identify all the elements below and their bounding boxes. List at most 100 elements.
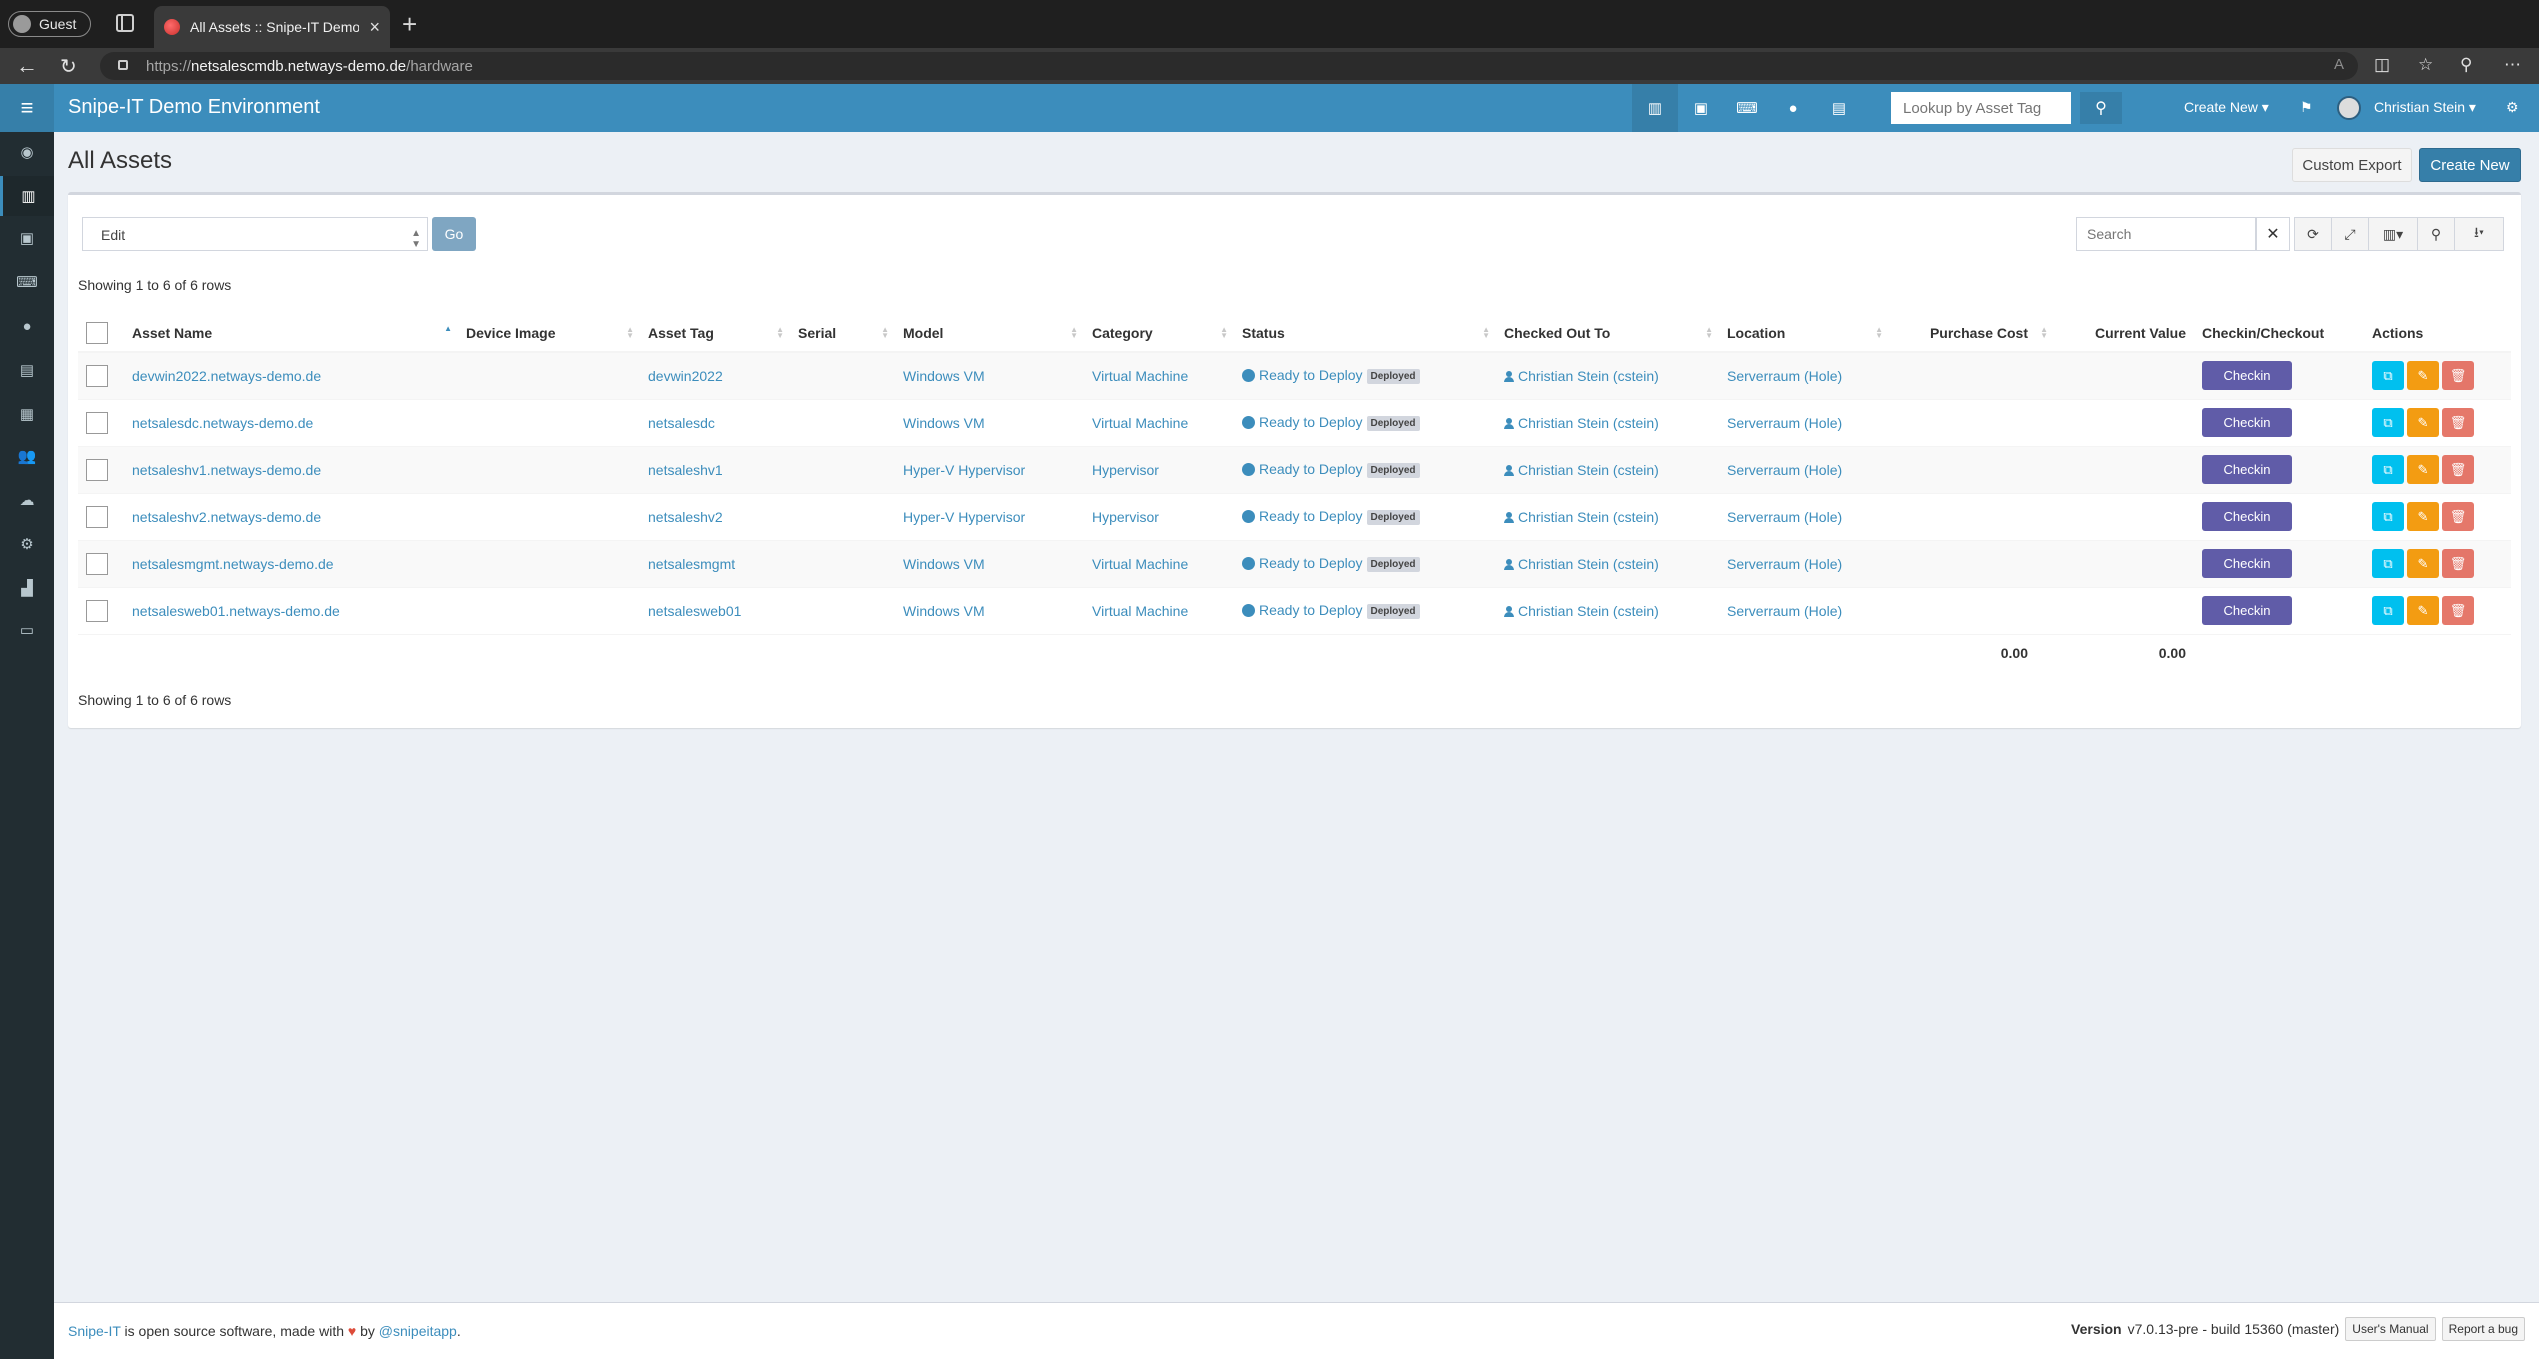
delete-trash-icon[interactable]: 🗑 xyxy=(2442,408,2474,437)
nav-consumables-icon[interactable]: ● xyxy=(1770,84,1816,132)
col-category[interactable]: Category ▲ ▼ xyxy=(1084,314,1234,353)
read-aloud-icon[interactable]: A xyxy=(2334,56,2344,73)
select-all-checkbox[interactable] xyxy=(86,321,108,344)
asset-name-link[interactable]: netsaleshv1.netways-demo.de xyxy=(132,462,321,478)
snipeit-link[interactable]: Snipe-IT xyxy=(68,1323,121,1339)
dashboard-icon[interactable]: ◉ xyxy=(0,132,54,172)
browser-tab-active[interactable]: All Assets :: Snipe-IT Demo Environment … xyxy=(154,6,390,48)
lookup-search-icon[interactable]: ⚲ xyxy=(2080,92,2122,124)
delete-trash-icon[interactable]: 🗑 xyxy=(2442,361,2474,391)
users-manual-button[interactable]: User's Manual xyxy=(2345,1317,2436,1341)
row-checkbox[interactable] xyxy=(86,552,108,575)
col-checked-out-to[interactable]: Checked Out To ▲ ▼ xyxy=(1496,314,1719,353)
bulk-action-select[interactable]: Edit ▲ ▼ xyxy=(82,217,428,251)
reload-icon[interactable]: ↻ xyxy=(60,54,77,79)
extensions-icon[interactable]: ⚲ xyxy=(2460,55,2472,75)
edit-pencil-icon[interactable]: ✎ xyxy=(2407,502,2439,531)
status-link[interactable]: Ready to Deploy xyxy=(1259,461,1363,477)
split-screen-icon[interactable]: ◫ xyxy=(2374,55,2390,75)
nav-components-icon[interactable]: ▤ xyxy=(1816,84,1862,132)
edit-pencil-icon[interactable]: ✎ xyxy=(2407,455,2439,484)
asset-tag-link[interactable]: devwin2022 xyxy=(648,368,723,384)
advanced-search-icon[interactable]: ⚲ xyxy=(2417,217,2455,251)
checkin-button[interactable]: Checkin xyxy=(2202,361,2292,391)
checked-out-user-link[interactable]: Christian Stein (cstein) xyxy=(1518,509,1659,525)
edit-pencil-icon[interactable]: ✎ xyxy=(2407,549,2439,578)
create-new-menu[interactable]: Create New ▾ xyxy=(2184,99,2269,116)
favorites-icon[interactable]: ☆ xyxy=(2418,55,2433,75)
custom-export-button[interactable]: Custom Export xyxy=(2292,148,2412,182)
delete-trash-icon[interactable]: 🗑 xyxy=(2442,549,2474,578)
checkin-button[interactable]: Checkin xyxy=(2202,596,2292,625)
asset-name-link[interactable]: netsalesdc.netways-demo.de xyxy=(132,415,313,431)
col-location[interactable]: Location ▲ ▼ xyxy=(1719,314,1889,353)
accessories-icon[interactable]: ⌨ xyxy=(0,262,54,302)
asset-tag-lookup-input[interactable] xyxy=(1891,92,2071,124)
nav-assets-icon[interactable]: ▥ xyxy=(1632,84,1678,132)
edit-pencil-icon[interactable]: ✎ xyxy=(2407,408,2439,437)
model-link[interactable]: Windows VM xyxy=(903,415,985,431)
people-icon[interactable]: 👥 xyxy=(0,436,54,476)
delete-trash-icon[interactable]: 🗑 xyxy=(2442,455,2474,484)
tab-close-icon[interactable]: × xyxy=(369,17,380,38)
clone-icon[interactable]: ⧉ xyxy=(2372,549,2404,578)
category-link[interactable]: Hypervisor xyxy=(1092,462,1159,478)
asset-tag-link[interactable]: netsaleshv2 xyxy=(648,509,723,525)
table-search-input[interactable] xyxy=(2076,217,2256,251)
status-link[interactable]: Ready to Deploy xyxy=(1259,414,1363,430)
clone-icon[interactable]: ⧉ xyxy=(2372,408,2404,437)
back-arrow-icon[interactable]: ← xyxy=(16,53,38,79)
requestable-icon[interactable]: ▭ xyxy=(0,610,54,650)
row-checkbox[interactable] xyxy=(86,411,108,434)
more-icon[interactable]: ⋯ xyxy=(2504,55,2521,75)
edit-pencil-icon[interactable]: ✎ xyxy=(2407,361,2439,391)
flag-icon[interactable]: ⚑ xyxy=(2300,99,2313,116)
asset-name-link[interactable]: netsalesweb01.netways-demo.de xyxy=(132,603,340,619)
col-purchase-cost[interactable]: Purchase Cost ▲ ▼ xyxy=(1889,314,2054,353)
clone-icon[interactable]: ⧉ xyxy=(2372,361,2404,391)
category-link[interactable]: Virtual Machine xyxy=(1092,368,1188,384)
settings-gear-icon[interactable]: ⚙ xyxy=(2506,99,2519,116)
category-link[interactable]: Virtual Machine xyxy=(1092,556,1188,572)
col-device-image[interactable]: Device Image ▲ ▼ xyxy=(458,314,640,353)
go-button[interactable]: Go xyxy=(432,217,476,251)
components-icon[interactable]: ▤ xyxy=(0,350,54,390)
asset-name-link[interactable]: netsalesmgmt.netways-demo.de xyxy=(132,556,334,572)
category-link[interactable]: Virtual Machine xyxy=(1092,603,1188,619)
status-link[interactable]: Ready to Deploy xyxy=(1259,508,1363,524)
model-link[interactable]: Windows VM xyxy=(903,603,985,619)
create-new-button[interactable]: Create New xyxy=(2419,148,2521,182)
clone-icon[interactable]: ⧉ xyxy=(2372,596,2404,625)
col-serial[interactable]: Serial ▲ ▼ xyxy=(790,314,895,353)
location-link[interactable]: Serverraum (Hole) xyxy=(1727,603,1842,619)
category-link[interactable]: Virtual Machine xyxy=(1092,415,1188,431)
checkin-button[interactable]: Checkin xyxy=(2202,502,2292,531)
checkin-button[interactable]: Checkin xyxy=(2202,408,2292,437)
reports-icon[interactable]: ▟ xyxy=(0,568,54,608)
delete-trash-icon[interactable]: 🗑 xyxy=(2442,596,2474,625)
status-link[interactable]: Ready to Deploy xyxy=(1259,555,1363,571)
checked-out-user-link[interactable]: Christian Stein (cstein) xyxy=(1518,603,1659,619)
row-checkbox[interactable] xyxy=(86,599,108,622)
row-checkbox[interactable] xyxy=(86,505,108,528)
checkin-button[interactable]: Checkin xyxy=(2202,549,2292,578)
col-asset-name[interactable]: Asset Name ▲ xyxy=(124,314,458,353)
category-link[interactable]: Hypervisor xyxy=(1092,509,1159,525)
brand-title[interactable]: Snipe-IT Demo Environment xyxy=(68,96,320,119)
row-checkbox[interactable] xyxy=(86,364,108,387)
asset-tag-link[interactable]: netsalesmgmt xyxy=(648,556,735,572)
checked-out-user-link[interactable]: Christian Stein (cstein) xyxy=(1518,462,1659,478)
new-tab-button[interactable]: + xyxy=(402,9,417,40)
vertical-tabs-icon[interactable] xyxy=(116,14,134,32)
asset-tag-link[interactable]: netsalesweb01 xyxy=(648,603,741,619)
asset-tag-link[interactable]: netsaleshv1 xyxy=(648,462,723,478)
asset-tag-link[interactable]: netsalesdc xyxy=(648,415,715,431)
status-link[interactable]: Ready to Deploy xyxy=(1259,602,1363,618)
model-link[interactable]: Windows VM xyxy=(903,368,985,384)
report-bug-button[interactable]: Report a bug xyxy=(2441,1317,2525,1341)
assets-icon[interactable]: ▥ xyxy=(0,176,54,216)
row-checkbox[interactable] xyxy=(86,458,108,481)
status-link[interactable]: Ready to Deploy xyxy=(1259,367,1363,383)
kits-icon[interactable]: ▦ xyxy=(0,394,54,434)
checked-out-user-link[interactable]: Christian Stein (cstein) xyxy=(1518,415,1659,431)
